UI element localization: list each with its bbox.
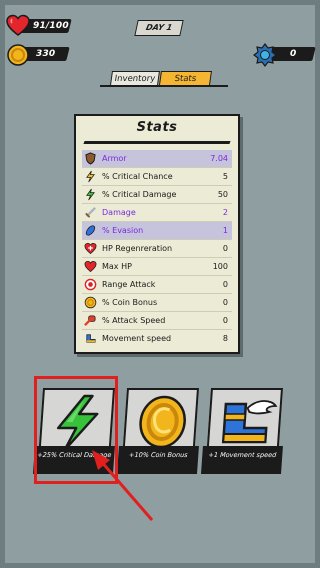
winged-boot-icon — [86, 334, 96, 343]
stat-label: % Coin Bonus — [102, 298, 158, 307]
day-badge: DAY 1 — [134, 20, 184, 36]
stat-value: 100 — [212, 262, 228, 271]
stat-row-max-hp: Max HP 100 — [82, 258, 232, 276]
coins-value: 330 — [36, 49, 56, 59]
stat-row-hp-regeneration: HP Regenreration 0 — [82, 240, 232, 258]
stat-label: Damage — [102, 208, 136, 217]
tabs-underline — [100, 85, 228, 87]
stat-value: 2 — [222, 208, 228, 217]
stat-label: % Attack Speed — [102, 316, 166, 325]
stat-label: HP Regenreration — [102, 244, 173, 253]
stat-row-critical-damage: % Critical Damage 50 — [82, 186, 232, 204]
stat-value: 0 — [222, 316, 228, 325]
stats-panel: Stats Armor 7.04 % Critical Chance 5 % C… — [74, 114, 240, 354]
coin-icon — [84, 296, 97, 309]
stat-row-range-attack: Range Attack 0 — [82, 276, 232, 294]
card-caption: +1 Movement speed — [200, 446, 283, 474]
stat-value: 0 — [222, 280, 228, 289]
stat-row-armor: Armor 7.04 — [82, 150, 232, 168]
tab-stats[interactable]: Stats — [159, 71, 212, 85]
lightning-yellow-icon — [86, 170, 95, 183]
upgrade-card-movement-speed[interactable]: +1 Movement speed — [200, 388, 284, 474]
stat-label: % Critical Damage — [102, 190, 177, 199]
stat-value: 1 — [222, 226, 228, 235]
stat-label: % Evasion — [102, 226, 144, 235]
gems-value: 0 — [290, 49, 297, 59]
stat-value: 50 — [217, 190, 228, 199]
stat-label: Armor — [102, 154, 127, 163]
heart-plus-icon — [84, 243, 97, 255]
lightning-green-icon — [86, 188, 95, 201]
stat-row-movement-speed: Movement speed 8 — [82, 330, 232, 347]
stat-label: % Critical Chance — [102, 172, 173, 181]
heart-icon — [6, 14, 30, 36]
stat-label: Range Attack — [102, 280, 156, 289]
pointer-arrow-icon — [92, 450, 154, 521]
stat-value: 8 — [222, 334, 228, 343]
card-art — [206, 388, 284, 450]
stat-label: Max HP — [102, 262, 132, 271]
feather-icon — [85, 225, 96, 236]
stat-value: 0 — [222, 244, 228, 253]
stat-label: Movement speed — [102, 334, 172, 343]
stat-row-damage: Damage 2 — [82, 204, 232, 222]
stat-value: 7.04 — [210, 154, 228, 163]
target-icon — [84, 278, 97, 291]
stat-row-attack-speed: % Attack Speed 0 — [82, 312, 232, 330]
health-value: 91/100 — [33, 21, 69, 31]
panel-title: Stats — [136, 120, 178, 135]
sword-icon — [85, 207, 96, 218]
stat-value: 0 — [222, 298, 228, 307]
coin-icon — [7, 44, 29, 66]
fist-icon — [84, 315, 96, 326]
stat-row-critical-chance: % Critical Chance 5 — [82, 168, 232, 186]
stat-row-evasion: % Evasion 1 — [82, 222, 232, 240]
title-divider — [83, 141, 231, 144]
stat-row-coin-bonus: % Coin Bonus 0 — [82, 294, 232, 312]
heart-icon — [84, 261, 97, 273]
stat-value: 5 — [222, 172, 228, 181]
gem-badge-icon — [253, 43, 277, 67]
winged-boot-icon — [221, 400, 278, 444]
armor-icon — [85, 152, 96, 165]
tab-inventory[interactable]: Inventory — [110, 71, 160, 85]
